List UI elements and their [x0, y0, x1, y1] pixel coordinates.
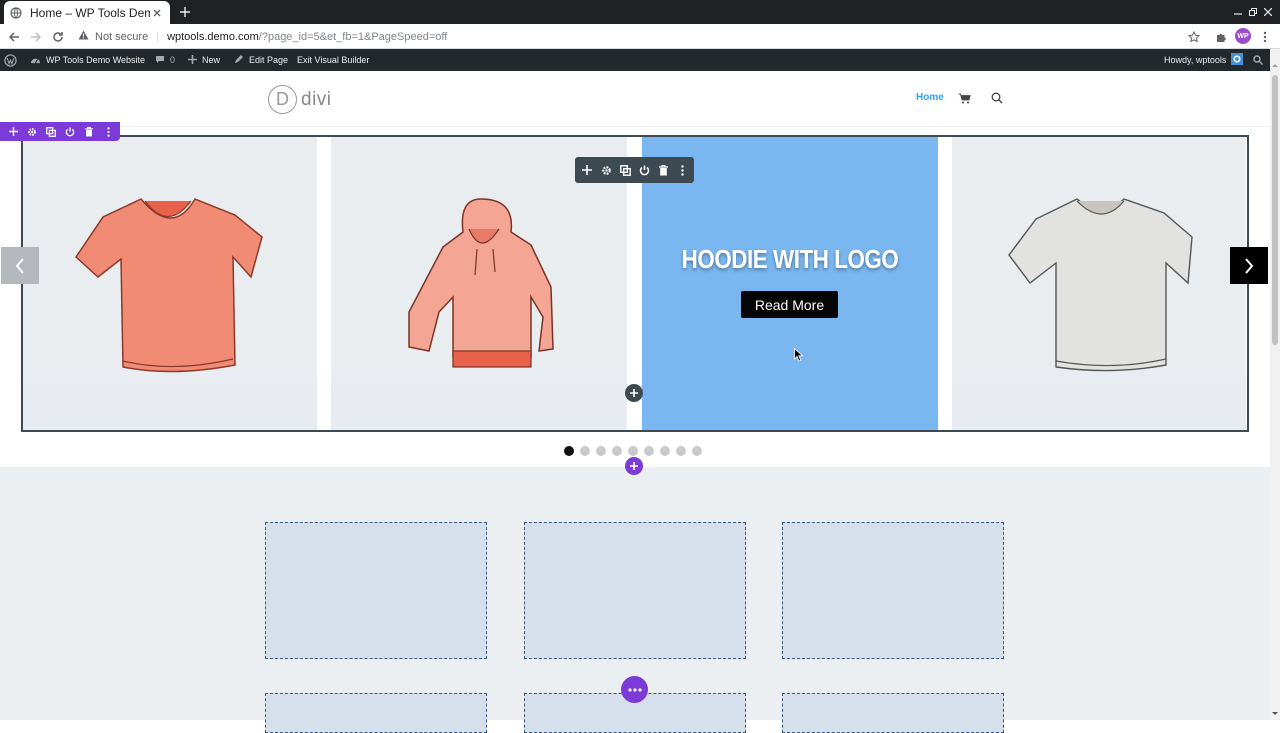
trash-icon[interactable] [656, 163, 670, 177]
browser-toolbar: Not secure | wptools.demo.com/?page_id=5… [0, 24, 1280, 49]
close-tab-icon[interactable] [150, 6, 164, 20]
extensions-puzzle-icon[interactable] [1212, 28, 1230, 46]
add-section-button[interactable] [625, 457, 643, 475]
plus-icon [188, 54, 202, 66]
slider-dot[interactable] [580, 446, 590, 456]
pencil-icon [234, 54, 249, 66]
slider-dot[interactable] [676, 446, 686, 456]
module-toolbar [575, 157, 694, 183]
plus-icon [630, 462, 638, 470]
chevron-left-icon [15, 257, 24, 274]
slider-dot[interactable] [596, 446, 606, 456]
greeting-label: Howdy, wptools [1164, 55, 1227, 65]
section-toolbar [0, 122, 120, 141]
section-move-icon[interactable] [6, 125, 20, 139]
warning-icon[interactable] [78, 30, 89, 43]
mouse-cursor-icon [794, 347, 804, 367]
profile-avatar[interactable]: WP [1235, 28, 1251, 44]
wp-admin-bar: WP Tools Demo Website 0 New Edit Page Ex… [0, 49, 1270, 71]
minimize-icon[interactable] [1230, 4, 1246, 20]
column-placeholder[interactable] [265, 693, 487, 733]
account-menu[interactable]: Howdy, wptools [1164, 49, 1248, 71]
power-icon[interactable] [637, 163, 651, 177]
logo-text: divi [301, 88, 332, 110]
exit-visual-builder-link[interactable]: Exit Visual Builder [297, 49, 369, 71]
site-header [0, 71, 1270, 127]
column-placeholder[interactable] [265, 522, 487, 659]
menu-item-home[interactable]: Home [916, 92, 944, 103]
site-name-link[interactable]: WP Tools Demo Website [30, 49, 145, 71]
slider-dot[interactable] [612, 446, 622, 456]
site-logo[interactable]: D divi [268, 85, 332, 114]
reload-icon[interactable] [49, 28, 67, 46]
section-trash-icon[interactable] [82, 125, 96, 139]
section-duplicate-icon[interactable] [44, 125, 58, 139]
admin-search-icon[interactable] [1253, 49, 1268, 71]
coral-vneck-tshirt-image [75, 198, 263, 373]
wordpress-logo-icon[interactable] [4, 49, 22, 71]
address-bar[interactable]: Not secure | wptools.demo.com/?page_id=5… [78, 27, 447, 46]
section-settings-icon[interactable] [25, 125, 39, 139]
new-content-link[interactable]: New [188, 49, 220, 71]
site-name-label: WP Tools Demo Website [46, 55, 146, 65]
page-settings-button[interactable] [621, 676, 648, 703]
ellipsis-icon [627, 687, 642, 692]
section-more-icon[interactable] [101, 125, 115, 139]
more-options-icon[interactable] [675, 163, 689, 177]
search-icon[interactable] [990, 91, 1004, 105]
browser-tab-bar: Home – WP Tools Demo [0, 0, 1280, 24]
slider-next-arrow[interactable] [1230, 247, 1268, 284]
back-icon[interactable] [5, 28, 23, 46]
column-placeholder[interactable] [782, 522, 1004, 659]
slide-vneck-tshirt[interactable] [23, 137, 317, 430]
tab-title: Home – WP Tools Demo [30, 5, 150, 20]
browser-menu-icon[interactable] [1256, 28, 1274, 46]
bookmark-star-icon[interactable] [1185, 28, 1203, 46]
slider-prev-arrow[interactable] [1, 247, 39, 284]
add-module-button[interactable] [625, 384, 643, 402]
scroll-down-icon[interactable] [1270, 709, 1280, 719]
section-power-icon[interactable] [63, 125, 77, 139]
edit-page-label: Edit Page [249, 55, 289, 65]
dashboard-gauge-icon [30, 55, 46, 66]
close-window-icon[interactable] [1260, 4, 1276, 20]
comment-bubble-icon [155, 55, 170, 66]
column-placeholder[interactable] [782, 693, 1004, 733]
restore-icon[interactable] [1245, 4, 1261, 20]
browser-tab[interactable]: Home – WP Tools Demo [4, 1, 170, 24]
slider-dot[interactable] [692, 446, 702, 456]
forward-icon[interactable] [27, 28, 45, 46]
plus-icon [630, 389, 638, 397]
move-icon[interactable] [580, 163, 594, 177]
column-placeholder[interactable] [524, 522, 746, 659]
user-avatar-icon [1231, 53, 1248, 67]
comments-link[interactable]: 0 [155, 49, 175, 71]
slide-title: HOODIE WITH LOGO [681, 244, 899, 274]
globe-icon [10, 6, 22, 19]
grey-tshirt-image [1008, 198, 1193, 372]
slider-dot[interactable] [564, 446, 574, 456]
slider-dot[interactable] [660, 446, 670, 456]
url-path: /?page_id=5&et_fb=1&PageSpeed=off [258, 30, 448, 43]
cart-icon[interactable] [957, 91, 971, 105]
logo-mark: D [268, 85, 297, 114]
settings-gear-icon[interactable] [599, 163, 613, 177]
security-label[interactable]: Not secure [95, 31, 148, 43]
duplicate-icon[interactable] [618, 163, 632, 177]
scrollbar-thumb[interactable] [1272, 75, 1278, 345]
url-host: wptools.demo.com [167, 30, 259, 43]
slider-dot[interactable] [628, 446, 638, 456]
scroll-up-icon[interactable] [1270, 60, 1280, 70]
comments-count: 0 [170, 55, 176, 65]
read-more-button[interactable]: Read More [741, 291, 838, 318]
new-tab-icon[interactable] [176, 3, 194, 21]
slide-tshirt[interactable] [952, 137, 1246, 430]
chevron-right-icon [1245, 257, 1254, 274]
slider-dot[interactable] [644, 446, 654, 456]
exit-builder-label: Exit Visual Builder [297, 55, 370, 65]
address-divider: | [156, 30, 160, 43]
new-label: New [202, 55, 221, 65]
edit-page-link[interactable]: Edit Page [234, 49, 288, 71]
slider-pagination [564, 446, 702, 456]
